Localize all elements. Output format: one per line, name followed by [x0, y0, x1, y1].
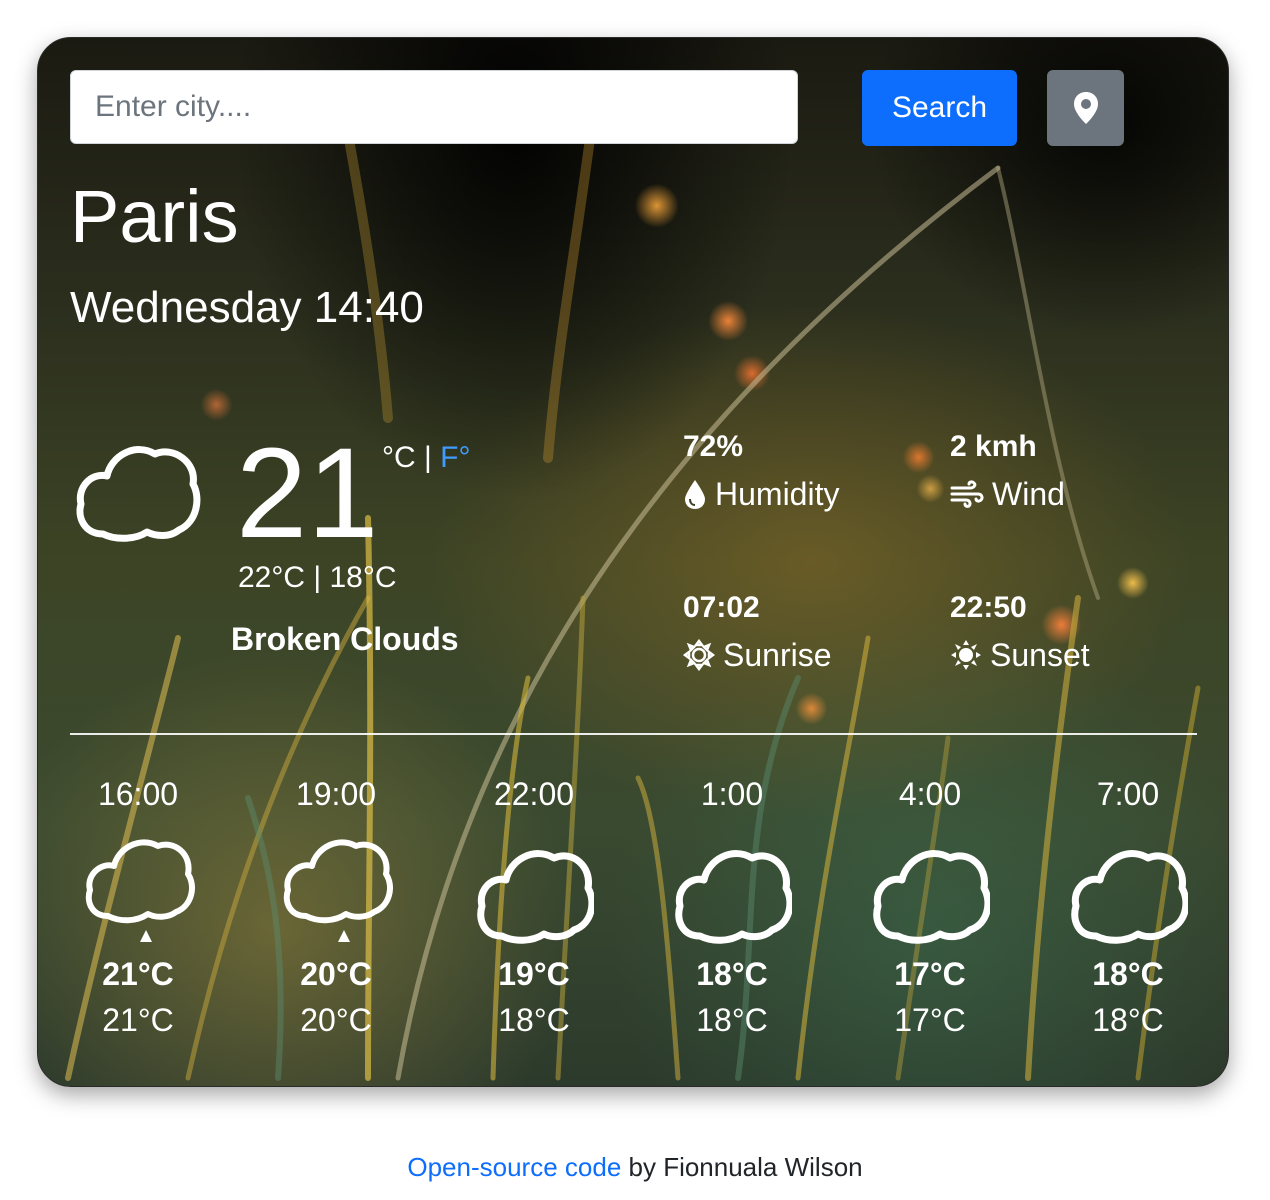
humidity-label-row: Humidity — [683, 478, 839, 510]
forecast-time: 16:00 — [97, 776, 179, 812]
forecast-min: 21°C — [102, 1002, 174, 1038]
city-name: Paris — [70, 175, 239, 258]
cloud-icon — [873, 850, 992, 944]
forecast-min: 18°C — [696, 1002, 768, 1038]
forecast-max: 17°C — [894, 956, 966, 992]
forecast-min: 18°C — [498, 1002, 570, 1038]
forecast-time: 1:00 — [700, 776, 764, 812]
current-location-button[interactable] — [1047, 70, 1124, 146]
divider — [70, 733, 1197, 735]
wind-label-row: Wind — [950, 478, 1065, 510]
forecast-min: 20°C — [300, 1002, 372, 1038]
wind-label: Wind — [992, 476, 1065, 512]
footer: Open-source code by Fionnuala Wilson — [0, 1152, 1270, 1183]
forecast-max: 21°C — [102, 956, 174, 992]
forecast-time: 19:00 — [295, 776, 377, 812]
sunset-value: 22:50 — [950, 591, 1027, 624]
cloud-icon — [1071, 850, 1190, 944]
unit-toggle: °C | F° — [382, 443, 470, 473]
sunset-label: Sunset — [990, 637, 1090, 673]
sunrise-label-row: Sunrise — [683, 639, 832, 671]
forecast-time: 22:00 — [493, 776, 575, 812]
sunrise-label: Sunrise — [723, 637, 832, 673]
search-input[interactable] — [70, 70, 798, 144]
fahrenheit-link[interactable]: F° — [440, 441, 470, 474]
wind-icon — [950, 480, 984, 508]
unit-separator: | — [415, 441, 441, 474]
current-temperature: 21 — [236, 422, 379, 565]
sunset-label-row: Sunset — [950, 639, 1090, 671]
weather-description: Broken Clouds — [231, 621, 459, 657]
footer-credit: by Fionnuala Wilson — [621, 1152, 863, 1182]
forecast-item: 4:00 17°C 17°C — [831, 778, 1029, 1036]
source-code-link[interactable]: Open-source code — [407, 1152, 621, 1182]
cloud-icon — [76, 446, 201, 542]
forecast-max: 20°C — [300, 956, 372, 992]
search-button[interactable]: Search — [862, 70, 1017, 146]
high-low-temperature: 22°C | 18°C — [238, 561, 397, 594]
wind-value: 2 kmh — [950, 430, 1037, 463]
forecast-max: 18°C — [1092, 956, 1164, 992]
forecast-item: 16:00 21°C 21°C — [39, 778, 237, 1036]
sunrise-icon — [683, 639, 715, 671]
current-datetime: Wednesday 14:40 — [70, 283, 424, 332]
droplet-icon — [685, 480, 705, 509]
weather-card: Search Paris Wednesday 14:40 21 °C | F° … — [37, 37, 1229, 1087]
forecast-item: 1:00 18°C 18°C — [633, 778, 831, 1036]
forecast-min: 18°C — [1092, 1002, 1164, 1038]
forecast-item: 19:00 20°C 20°C — [237, 778, 435, 1036]
forecast-item: 22:00 19°C 18°C — [435, 778, 633, 1036]
sunrise-value: 07:02 — [683, 591, 760, 624]
celsius-label: °C — [382, 441, 416, 474]
forecast-min: 17°C — [894, 1002, 966, 1038]
cloud-rain-icon — [85, 839, 195, 942]
humidity-label: Humidity — [715, 476, 840, 512]
forecast-time: 4:00 — [898, 776, 962, 812]
forecast-max: 19°C — [498, 956, 570, 992]
humidity-value: 72% — [683, 430, 744, 463]
sunset-icon — [951, 640, 981, 670]
cloud-icon — [477, 850, 596, 944]
cloud-icon — [675, 850, 794, 944]
forecast-max: 18°C — [696, 956, 768, 992]
cloud-rain-icon — [283, 839, 393, 942]
forecast-item: 7:00 18°C 18°C — [1029, 778, 1227, 1036]
forecast-time: 7:00 — [1096, 776, 1160, 812]
map-pin-icon — [1073, 92, 1098, 124]
